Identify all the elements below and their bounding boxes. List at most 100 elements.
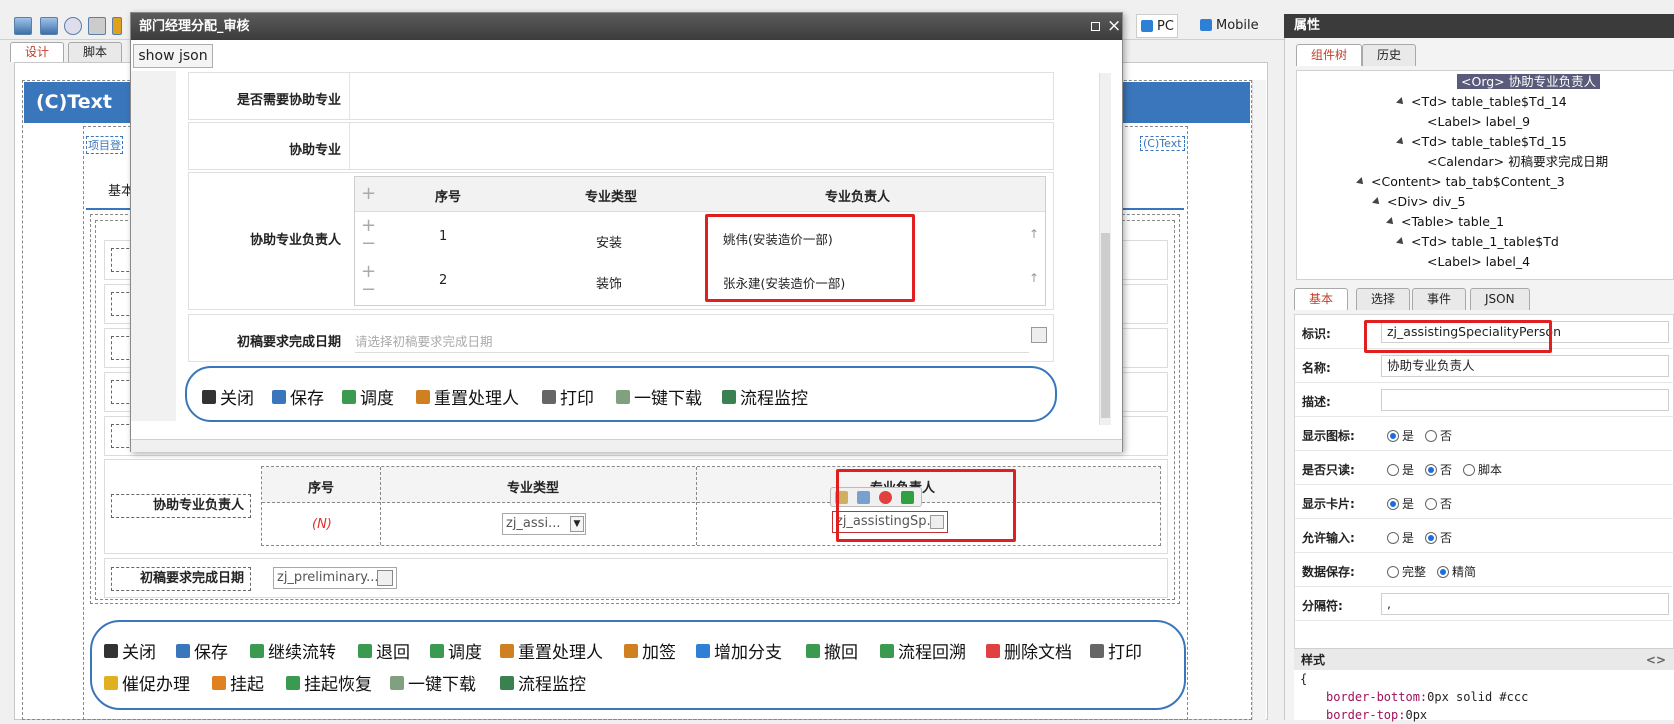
highlight-box [1364,320,1552,353]
tree-node[interactable]: <Label> label_4 [1427,253,1530,271]
tab-component-tree[interactable]: 组件树 [1296,44,1363,66]
action-button[interactable]: 删除文档 [986,638,1072,663]
remove-row-icon[interactable]: − [361,281,376,299]
tree-node[interactable]: <Table> table_1 [1386,213,1504,231]
date-dlg-input[interactable]: 请选择初稿要求完成日期 [355,331,1029,353]
assist-person-label[interactable]: 协助专业负责人 [111,494,251,518]
radio-no[interactable]: 否 [1425,427,1452,444]
action-button[interactable]: 撤回 [806,638,858,663]
preview-eye-icon[interactable] [64,17,82,35]
maximize-icon[interactable] [1091,22,1100,31]
date-label[interactable]: 初稿要求完成日期 [111,567,251,591]
component-tree[interactable]: <Org> 协助专业负责人 <Td> table_table$Td_14 <Labe… [1296,70,1674,280]
action-button[interactable]: 重置处理人 [500,638,603,663]
action-button[interactable]: 关闭 [104,638,156,663]
tree-node[interactable]: <Td> table_1_table$Td [1396,233,1559,251]
radio-yes[interactable]: 是 [1387,495,1414,512]
assist-spec-value[interactable] [349,123,1053,169]
radio-full[interactable]: 完整 [1387,563,1426,580]
need-assist-value[interactable] [349,73,1053,119]
action-button[interactable]: 调度 [430,638,482,663]
radio-yes[interactable]: 是 [1387,529,1414,546]
remove-row-icon[interactable]: − [361,235,376,253]
add-row-icon[interactable]: + [361,185,376,203]
prop-desc-input[interactable] [1381,389,1669,411]
dialog-action-button[interactable]: 调度 [342,384,394,409]
radio-no[interactable]: 否 [1425,529,1452,546]
chevron-down-icon[interactable]: ▼ [570,516,584,532]
right-ctext-label[interactable]: (C)Text [1140,136,1185,151]
tab-design[interactable]: 设计 [10,42,65,62]
tab-script[interactable]: 脚本 [68,42,123,62]
expand-triangle-icon[interactable] [1372,197,1382,207]
expand-triangle-icon[interactable] [1356,177,1366,187]
save-icon[interactable] [40,17,58,35]
action-icon [250,643,264,658]
add-row-icon[interactable]: + [361,263,376,281]
close-icon[interactable]: × [1107,16,1121,36]
calendar-icon[interactable] [1031,327,1047,343]
tab-select[interactable]: 选择 [1356,288,1411,310]
tab-event[interactable]: 事件 [1412,288,1467,310]
wand-icon[interactable] [112,17,122,35]
code-toggle-icon[interactable]: <> [1646,649,1666,671]
radio-no[interactable]: 否 [1425,495,1452,512]
calendar-icon[interactable] [377,570,393,586]
action-button[interactable]: 退回 [358,638,410,663]
show-json-button[interactable]: show json [133,44,213,68]
dialog-scroll-thumb[interactable] [1101,233,1110,418]
tree-node[interactable]: <Td> table_table$Td_15 [1396,133,1567,151]
assist-grid[interactable]: 序号 专业类型 专业负责人 (N) zj_assi... ▼ zj_assist… [261,466,1161,546]
sort-arrow-icon[interactable]: ↑ [1029,227,1039,241]
dialog-action-button[interactable]: 保存 [272,384,324,409]
dialog-action-button[interactable]: 重置处理人 [416,384,519,409]
dialog-action-button[interactable]: 打印 [542,384,594,409]
tree-node[interactable]: <Content> tab_tab$Content_3 [1356,173,1565,191]
project-link[interactable]: 项目登 [86,136,123,154]
expand-triangle-icon[interactable] [1396,137,1406,147]
action-button[interactable]: 一键下载 [390,670,476,695]
dialog-action-button[interactable]: 一键下载 [616,384,702,409]
action-button[interactable]: 挂起恢复 [286,670,372,695]
expand-triangle-icon[interactable] [1396,97,1406,107]
dialog-action-button[interactable]: 关闭 [202,384,254,409]
action-button[interactable]: 流程监控 [500,670,586,695]
action-button[interactable]: 流程回溯 [880,638,966,663]
tree-node[interactable]: <Calendar> 初稿要求完成日期 [1427,153,1608,171]
prop-sep-input[interactable]: , [1381,593,1669,615]
radio-simple[interactable]: 精简 [1437,563,1476,580]
dialog-title[interactable]: 部门经理分配_审核 [131,13,1122,40]
action-button[interactable]: 挂起 [212,670,264,695]
tab-basic[interactable]: 基本 [1294,288,1349,310]
action-button[interactable]: 增加分支 [696,638,782,663]
radio-yes[interactable]: 是 [1387,461,1414,478]
print-icon[interactable] [88,17,106,35]
radio-script[interactable]: 脚本 [1463,461,1502,478]
pc-icon [1141,20,1153,32]
tree-node[interactable]: <Div> div_5 [1372,193,1465,211]
radio-yes[interactable]: 是 [1387,427,1414,444]
tree-node[interactable]: <Label> label_9 [1427,113,1530,131]
radio-no[interactable]: 否 [1425,461,1452,478]
action-button[interactable]: 打印 [1090,638,1142,663]
add-row-icon[interactable]: + [361,217,376,235]
action-label: 一键下载 [408,675,476,695]
prop-name-input[interactable]: 协助专业负责人 [1381,355,1669,377]
tab-history[interactable]: 历史 [1362,44,1417,66]
tree-node[interactable]: <Org> 协助专业负责人 [1457,73,1601,91]
action-button[interactable]: 保存 [176,638,228,663]
action-button[interactable]: 加签 [624,638,676,663]
tab-json[interactable]: JSON [1470,288,1530,310]
canvas-scrollbar[interactable] [1252,80,1266,720]
action-button[interactable]: 催促办理 [104,670,190,695]
dialog-action-button[interactable]: 流程监控 [722,384,808,409]
mobile-tab[interactable]: Mobile [1196,14,1276,38]
action-button[interactable]: 继续流转 [250,638,336,663]
new-icon[interactable] [14,17,32,35]
style-editor[interactable]: { border-bottom:0px solid #ccc border-to… [1294,670,1674,722]
pc-tab[interactable]: PC [1136,14,1178,38]
tree-node[interactable]: <Td> table_table$Td_14 [1396,93,1567,111]
expand-triangle-icon[interactable] [1386,217,1396,227]
expand-triangle-icon[interactable] [1396,237,1406,247]
sort-arrow-icon[interactable]: ↑ [1029,271,1039,285]
